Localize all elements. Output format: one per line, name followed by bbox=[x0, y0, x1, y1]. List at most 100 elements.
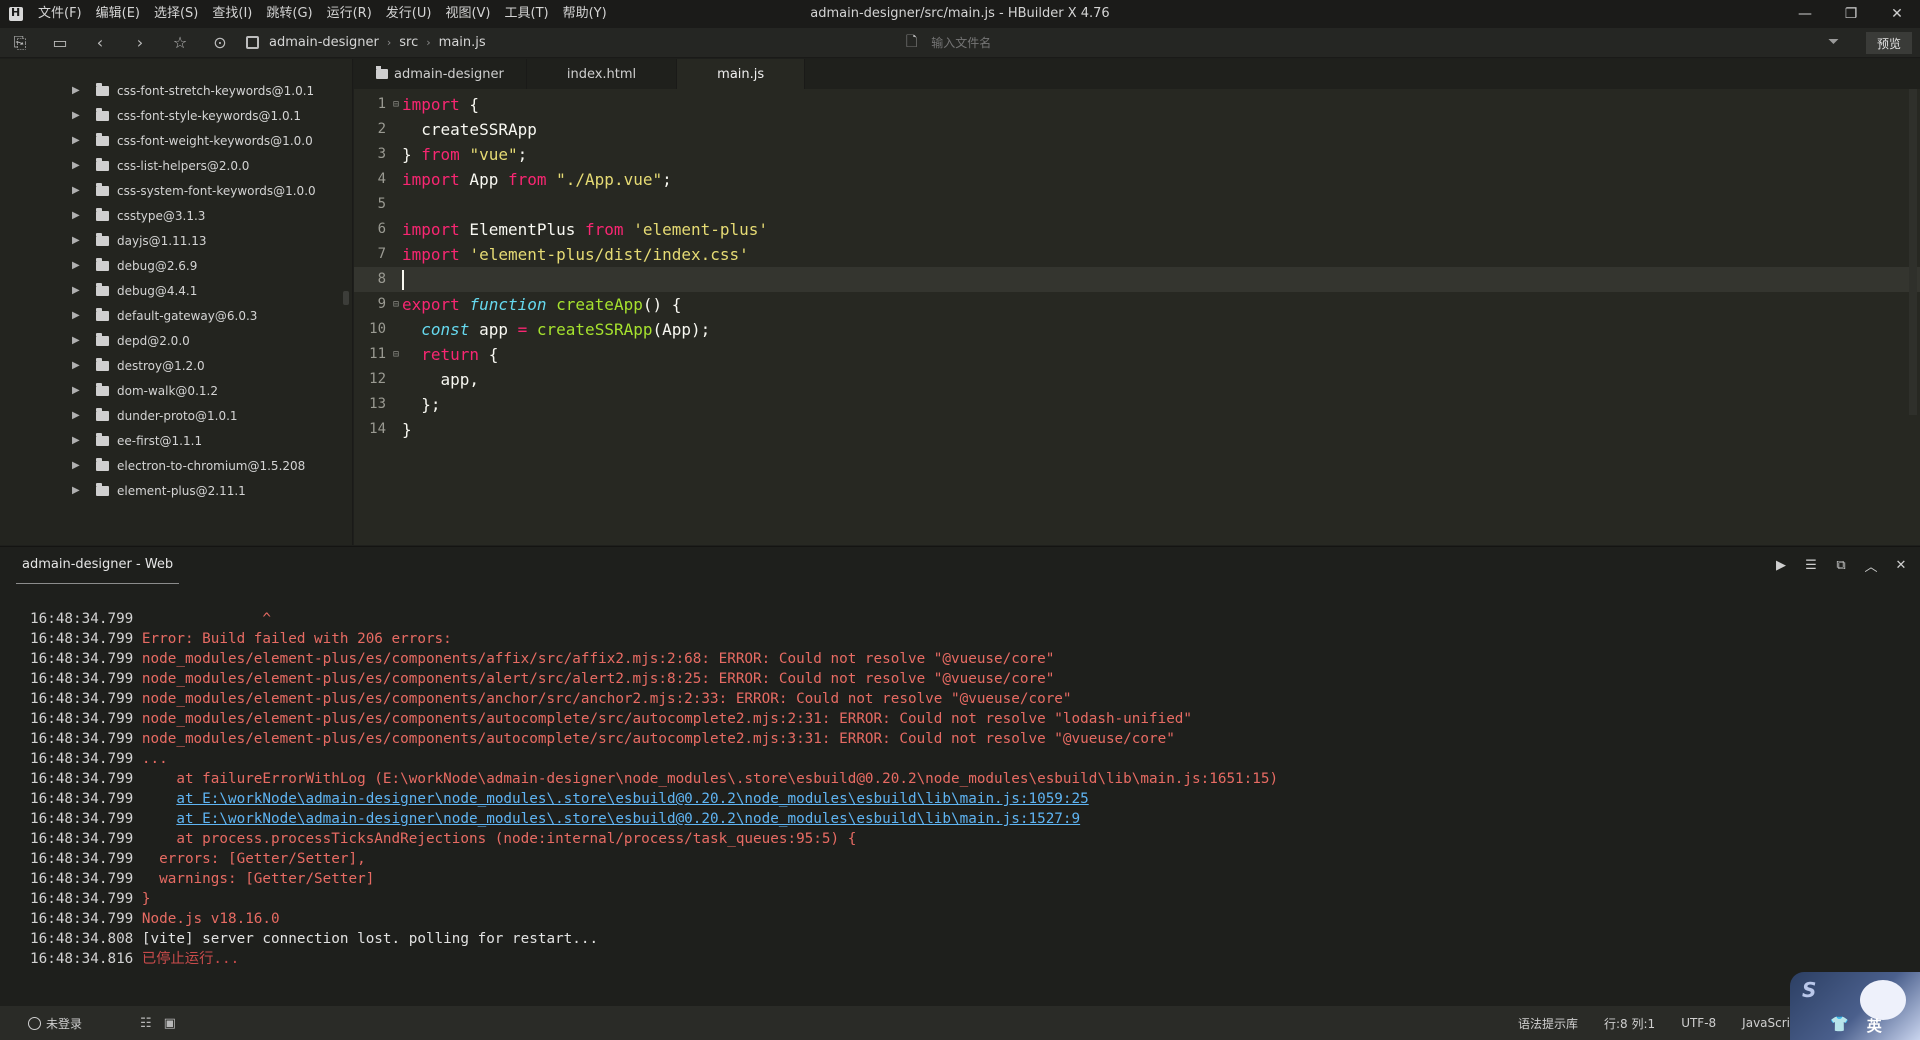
menu-goto[interactable]: 跳转(G) bbox=[259, 0, 319, 28]
syntax-library[interactable]: 语法提示库 bbox=[1518, 1015, 1578, 1032]
tree-item[interactable]: ▶ debug@4.4.1 bbox=[0, 278, 352, 303]
close-button[interactable]: ✕ bbox=[1874, 0, 1920, 28]
filter-icon[interactable]: ⏷ bbox=[1828, 34, 1839, 50]
tab-admain-designer[interactable]: admain-designer bbox=[354, 59, 527, 89]
menu-publish[interactable]: 发行(U) bbox=[379, 0, 439, 28]
tree-item[interactable]: ▶ electron-to-chromium@1.5.208 bbox=[0, 453, 352, 478]
code-line: 3} from "vue"; bbox=[354, 142, 1920, 167]
run-icon[interactable]: ⊙ bbox=[200, 28, 240, 58]
menu-tools[interactable]: 工具(T) bbox=[498, 0, 556, 28]
forward-icon[interactable]: › bbox=[120, 28, 160, 58]
code-line: 12 app, bbox=[354, 367, 1920, 392]
ime-skin-icon[interactable]: 👕 bbox=[1830, 1015, 1849, 1036]
log-line: 16:48:34.799 ^ bbox=[30, 609, 1278, 629]
tree-item[interactable]: ▶ css-system-font-keywords@1.0.0 bbox=[0, 178, 352, 203]
tree-item[interactable]: ▶ csstype@3.1.3 bbox=[0, 203, 352, 228]
chevron-right-icon[interactable]: ▶ bbox=[72, 235, 82, 246]
breadcrumb-file[interactable]: main.js bbox=[439, 35, 486, 50]
menu-run[interactable]: 运行(R) bbox=[320, 0, 379, 28]
chevron-right-icon[interactable]: ▶ bbox=[72, 435, 82, 446]
close-panel-icon[interactable]: ✕ bbox=[1892, 558, 1910, 573]
file-search-input[interactable] bbox=[931, 36, 1532, 50]
chevron-right-icon[interactable]: ▶ bbox=[72, 385, 82, 396]
menu-file[interactable]: 文件(F) bbox=[31, 0, 89, 28]
toolbar: ⎘ ▭ ‹ › ☆ ⊙ admain-designer › src › main… bbox=[0, 28, 1920, 58]
ime-widget[interactable]: S 👕 英 bbox=[1790, 972, 1920, 1040]
chevron-right-icon[interactable]: ▶ bbox=[72, 185, 82, 196]
tree-item[interactable]: ▶ css-list-helpers@2.0.0 bbox=[0, 153, 352, 178]
editor-scrollbar[interactable] bbox=[1909, 89, 1917, 415]
log-line: 16:48:34.799 node_modules/element-plus/e… bbox=[30, 689, 1278, 709]
preview-button[interactable]: 预览 bbox=[1866, 32, 1912, 54]
tab-main-js[interactable]: main.js bbox=[677, 59, 806, 89]
folder-icon bbox=[96, 182, 109, 196]
code-area[interactable]: 1 ⊟ import { 2 createSSRApp 3} from "vue";… bbox=[354, 89, 1920, 442]
fold-icon[interactable]: ⊟ bbox=[390, 292, 402, 317]
tree-item[interactable]: ▶ debug@2.6.9 bbox=[0, 253, 352, 278]
tree-item-label: electron-to-chromium@1.5.208 bbox=[117, 458, 306, 473]
log-link[interactable]: at E:\workNode\admain-designer\node_modu… bbox=[176, 791, 1088, 807]
tree-item[interactable]: ▶ destroy@1.2.0 bbox=[0, 353, 352, 378]
menu-help[interactable]: 帮助(Y) bbox=[556, 0, 614, 28]
back-icon[interactable]: ‹ bbox=[80, 28, 120, 58]
tree-item[interactable]: ▶ ee-first@1.1.1 bbox=[0, 428, 352, 453]
tree-item[interactable]: ▶ dunder-proto@1.0.1 bbox=[0, 403, 352, 428]
run-icon[interactable]: ▶ bbox=[1772, 558, 1790, 573]
breadcrumb-project[interactable]: admain-designer bbox=[269, 35, 379, 50]
tree-item-label: element-plus@2.11.1 bbox=[117, 483, 246, 498]
menu-select[interactable]: 选择(S) bbox=[147, 0, 205, 28]
menu-view[interactable]: 视图(V) bbox=[438, 0, 497, 28]
ime-bar: 👕 英 bbox=[1830, 1015, 1882, 1036]
chevron-right-icon[interactable]: ▶ bbox=[72, 85, 82, 96]
breadcrumb-folder[interactable]: src bbox=[399, 35, 418, 50]
code-line: 7 import 'element-plus/dist/index.css' bbox=[354, 242, 1920, 267]
tree-item[interactable]: ▶ css-font-weight-keywords@1.0.0 bbox=[0, 128, 352, 153]
folder-icon bbox=[96, 232, 109, 246]
minimize-button[interactable]: — bbox=[1782, 0, 1828, 28]
chevron-right-icon[interactable]: ▶ bbox=[72, 135, 82, 146]
tree-item[interactable]: ▶ element-plus@2.11.1 bbox=[0, 478, 352, 503]
tree-item[interactable]: ▶ css-font-style-keywords@1.0.1 bbox=[0, 103, 352, 128]
list-icon[interactable]: ☷ bbox=[140, 1016, 152, 1031]
login-status[interactable]: 未登录 bbox=[28, 1015, 82, 1032]
chevron-right-icon[interactable]: ▶ bbox=[72, 285, 82, 296]
menu-find[interactable]: 查找(I) bbox=[205, 0, 259, 28]
tree-item[interactable]: ▶ default-gateway@6.0.3 bbox=[0, 303, 352, 328]
star-icon[interactable]: ☆ bbox=[160, 28, 200, 58]
chevron-right-icon[interactable]: ▶ bbox=[72, 310, 82, 321]
fold-icon[interactable]: ⊟ bbox=[390, 92, 402, 117]
terminal-icon[interactable]: ▣ bbox=[164, 1016, 176, 1031]
chevron-right-icon[interactable]: ▶ bbox=[72, 460, 82, 471]
chevron-right-icon[interactable]: ▶ bbox=[72, 110, 82, 121]
chevron-right-icon[interactable]: ▶ bbox=[72, 485, 82, 496]
new-file-icon[interactable]: ⎘ bbox=[0, 28, 40, 58]
console-tab[interactable]: admain-designer - Web bbox=[16, 547, 180, 584]
chevron-right-icon[interactable]: ▶ bbox=[72, 360, 82, 371]
tree-item-label: debug@2.6.9 bbox=[117, 258, 198, 273]
menu-edit[interactable]: 编辑(E) bbox=[89, 0, 147, 28]
encoding[interactable]: UTF-8 bbox=[1681, 1016, 1716, 1030]
tree-item[interactable]: ▶ dayjs@1.11.13 bbox=[0, 228, 352, 253]
clear-console-icon[interactable]: ☰ bbox=[1802, 558, 1820, 573]
file-search-icon: 🗋 bbox=[906, 34, 918, 50]
fold-icon[interactable]: ⊟ bbox=[390, 342, 402, 367]
ime-language[interactable]: 英 bbox=[1867, 1015, 1882, 1036]
log-link[interactable]: at E:\workNode\admain-designer\node_modu… bbox=[176, 811, 1080, 827]
chevron-right-icon[interactable]: ▶ bbox=[72, 260, 82, 271]
maximize-panel-icon[interactable]: ︿ bbox=[1862, 556, 1880, 575]
sidebar-scrollbar[interactable] bbox=[343, 291, 349, 305]
open-browser-icon[interactable]: ⧉ bbox=[1832, 558, 1850, 573]
tab-index-html[interactable]: index.html bbox=[527, 59, 678, 89]
restore-button[interactable]: ❐ bbox=[1828, 0, 1874, 28]
cursor-position[interactable]: 行:8 列:1 bbox=[1604, 1015, 1655, 1032]
log-timestamp: 16:48:34.799 bbox=[30, 871, 134, 887]
chevron-right-icon[interactable]: ▶ bbox=[72, 160, 82, 171]
chevron-right-icon[interactable]: ▶ bbox=[72, 210, 82, 221]
breadcrumb-separator-icon: › bbox=[386, 36, 392, 49]
save-icon[interactable]: ▭ bbox=[40, 28, 80, 58]
tree-item[interactable]: ▶ css-font-stretch-keywords@1.0.1 bbox=[0, 78, 352, 103]
chevron-right-icon[interactable]: ▶ bbox=[72, 410, 82, 421]
tree-item[interactable]: ▶ depd@2.0.0 bbox=[0, 328, 352, 353]
tree-item[interactable]: ▶ dom-walk@0.1.2 bbox=[0, 378, 352, 403]
chevron-right-icon[interactable]: ▶ bbox=[72, 335, 82, 346]
